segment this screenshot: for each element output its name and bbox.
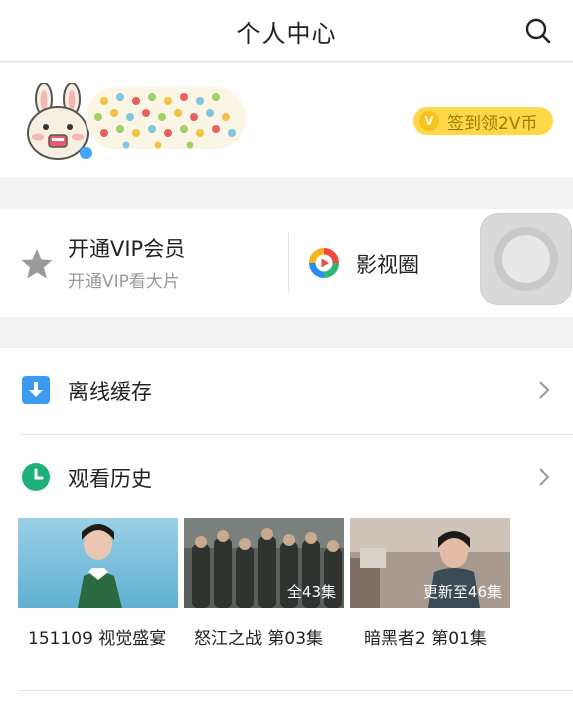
page-title: 个人中心	[236, 20, 337, 48]
vip-title: 开通VIP会员	[68, 237, 186, 261]
assistive-ring-inner	[502, 235, 550, 283]
video-circle-label[interactable]: 影视圈	[356, 249, 419, 279]
clock-icon	[22, 463, 50, 491]
checkin-label: 签到领2V币	[447, 113, 538, 134]
video-circle-icon[interactable]	[308, 247, 340, 279]
divider	[288, 233, 289, 293]
search-icon[interactable]	[523, 16, 553, 46]
profile-card: V 签到领2V币	[0, 63, 573, 177]
watch-history-row[interactable]: 观看历史	[0, 435, 573, 521]
floating-assistive-button[interactable]	[480, 213, 572, 305]
chevron-right-icon	[537, 379, 551, 401]
episode-badge: 更新至46集	[422, 583, 502, 601]
chevron-right-icon	[537, 466, 551, 488]
history-caption[interactable]: 怒江之战 第03集	[194, 624, 323, 649]
star-icon	[20, 247, 54, 281]
history-thumbnail[interactable]: 全43集	[184, 518, 344, 608]
top-bar: 个人中心	[0, 0, 573, 62]
checkin-button[interactable]: V 签到领2V币	[413, 107, 553, 135]
open-vip-item[interactable]: 开通VIP会员 开通VIP看大片	[0, 209, 288, 317]
download-icon	[22, 376, 50, 404]
v-coin-icon: V	[419, 111, 439, 131]
vip-subtitle: 开通VIP看大片	[68, 272, 180, 292]
watch-history-label: 观看历史	[68, 467, 152, 491]
history-thumbnail[interactable]	[18, 518, 178, 608]
avatar[interactable]	[22, 82, 94, 161]
offline-cache-row[interactable]: 离线缓存	[0, 348, 573, 435]
offline-cache-label: 离线缓存	[68, 380, 152, 404]
history-thumbnail[interactable]: 更新至46集	[350, 518, 510, 608]
history-caption[interactable]: 暗黑者2 第01集	[364, 624, 487, 649]
history-caption[interactable]: 151109 视觉盛宴	[28, 624, 166, 649]
username-masked	[86, 83, 246, 153]
episode-badge: 全43集	[286, 583, 336, 601]
divider	[18, 690, 573, 691]
